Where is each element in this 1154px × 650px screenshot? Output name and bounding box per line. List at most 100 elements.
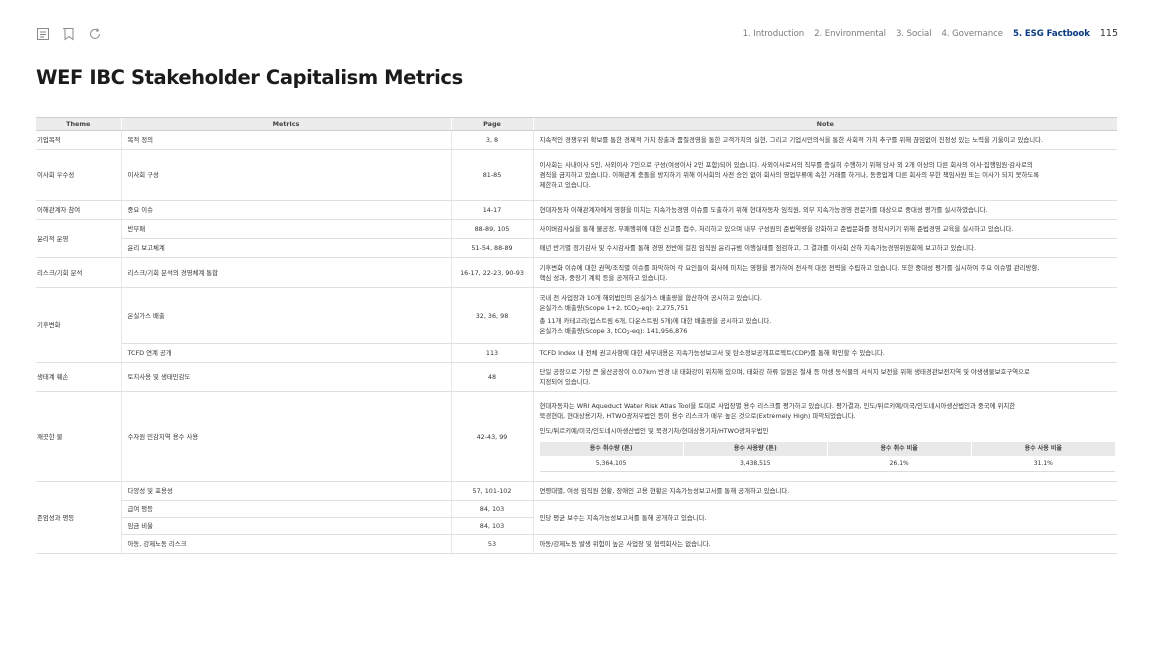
metric-cell: 토지사용 및 생태민감도: [120, 362, 451, 392]
note-line: 핵심 성과, 중장기 계획 등을 공개하고 있습니다.: [539, 273, 668, 282]
table-row: 이해관계자 참여 중요 이슈 14-17 현대자동차 이해관계자에게 영향을 미…: [36, 200, 1117, 220]
note-cell: 지속적인 경쟁우위 확보를 통한 경제적 가치 창출과 품질경영을 통한 고객가…: [533, 130, 1117, 150]
theme-cell: 윤리적 운영: [36, 219, 121, 258]
table-row: 기업목적 목적 정의 3, 8 지속적인 경쟁우위 확보를 통한 경제적 가치 …: [36, 130, 1117, 150]
note-text: 온실가스 배출량(Scope 3, tCO: [539, 326, 627, 335]
note-text: -eq): 141,956,876: [629, 326, 688, 335]
table-row: TCFD 연계 공개 113 TCFD Index 내 전체 권고사항에 대한 …: [36, 343, 1117, 363]
table-row: 리스크/기회 분석 리스크/기회 분석의 경영체계 통합 16-17, 22-2…: [36, 257, 1117, 288]
theme-cell: 리스크/기회 분석: [36, 257, 121, 288]
page-cell: 113: [450, 343, 534, 363]
note-line: 온실가스 배출량(Scope 1+2, tCO2-eq): 2,275,751: [540, 303, 1116, 316]
note-cell: 현대자동차는 WRI Aqueduct Water Risk Atlas Too…: [533, 391, 1117, 482]
table-row: 생태계 훼손 토지사용 및 생태민감도 48 단일 공장으로 가장 큰 울산공장…: [36, 362, 1117, 392]
note-cell: 매년 반기별 정기감사 및 수시감사를 통해 경영 전반에 걸친 임직원 윤리규…: [533, 238, 1117, 258]
table-row: 윤리적 운영 반부패 88-89, 105 사이버감사실을 통해 불공정, 부패…: [36, 219, 1117, 258]
note-line: 온실가스 배출량(Scope 3, tCO2-eq): 141,956,876: [540, 326, 1116, 339]
note-cell: 국내 전 사업장과 10개 해외법인의 온실가스 배출량을 합산하여 공시하고 …: [533, 287, 1117, 344]
note-line: 인도/튀르키예/미국/인도네시아생산법인 및 북경기차/현대상용기차/HTWO광…: [539, 427, 769, 435]
theme-cell: 생태계 훼손: [36, 362, 121, 392]
page-cell: 32, 36, 98: [450, 287, 534, 344]
note-cell: 기후변화 이슈에 대한 권역/조직별 이슈를 파악하여 각 요인들이 회사에 미…: [533, 257, 1117, 288]
note-cell: 아동/강제노동 발생 위험이 높은 사업장 및 협력회사는 없습니다.: [533, 534, 1117, 554]
inner-header: 용수 사용 비율: [970, 442, 1115, 456]
theme-cell: 이해관계자 참여: [36, 200, 121, 220]
note-line: 북경현대, 현대상용기차, HTWO광저우법인 등이 용수 리스크가 매우 높은…: [539, 412, 856, 420]
note-line: 단일 공장으로 가장 큰 울산공장이 0.07km 반경 내 태화강이 위치해 …: [539, 368, 1030, 376]
page-cell: 57, 101-102: [450, 481, 534, 501]
note-cell: 현대자동차 이해관계자에게 영향을 미치는 지속가능경영 이슈를 도출하기 위해…: [533, 200, 1117, 220]
header-page: Page: [450, 117, 533, 131]
table-row: 아동, 강제노동 리스크 53 아동/강제노동 발생 위험이 높은 사업장 및 …: [36, 534, 1117, 554]
note-line: 지정되어 있습니다.: [539, 378, 591, 386]
toolbar-icons: [36, 26, 104, 42]
theme-cell: 깨끗한 물: [36, 391, 121, 482]
inner-value: 3,438,515: [682, 456, 828, 472]
metric-cell: 수자원 민감지역 용수 사용: [120, 391, 451, 482]
table-row: 깨끗한 물 수자원 민감지역 용수 사용 42-43, 99 현대자동차는 WR…: [36, 391, 1117, 482]
note-line: 현대자동차는 WRI Aqueduct Water Risk Atlas Too…: [539, 402, 1016, 410]
nav-social[interactable]: 3. Social: [896, 29, 932, 39]
nav-esg-factbook[interactable]: 5. ESG Factbook: [1013, 29, 1090, 39]
metric-cell: 온실가스 배출: [120, 287, 451, 344]
nav-introduction[interactable]: 1. Introduction: [743, 29, 805, 39]
note-cell: 사이버감사실을 통해 불공정, 부패행위에 대한 신고를 접수, 처리하고 있으…: [533, 219, 1117, 239]
page-cell: 48: [450, 362, 534, 392]
table-header-row: Theme Metrics Page Note: [36, 117, 1117, 131]
inner-value: 31.1%: [970, 456, 1115, 472]
header-metrics: Metrics: [120, 117, 451, 131]
section-nav: 1. Introduction 2. Environmental 3. Soci…: [733, 28, 1118, 39]
page-cell: 42-43, 99: [450, 391, 534, 482]
metric-cell: 임금 비율: [120, 517, 451, 535]
water-usage-table: 용수 취수량 (톤) 용수 사용량 (톤) 용수 취수 비율 용수 사용 비율 …: [539, 442, 1115, 472]
metric-cell: 이사회 구성: [120, 149, 451, 201]
page-title: WEF IBC Stakeholder Capitalism Metrics: [36, 66, 463, 89]
metric-cell: 리스크/기회 분석의 경영체계 통합: [120, 257, 451, 288]
note-cell: 이사회는 사내이사 5인, 사외이사 7인으로 구성(여성이사 2인 포함)되어…: [533, 149, 1117, 201]
note-text: -eq): 2,275,751: [639, 303, 689, 312]
header-theme: Theme: [36, 117, 121, 131]
refresh-icon[interactable]: [88, 26, 104, 42]
nav-governance[interactable]: 4. Governance: [941, 29, 1003, 39]
inner-header: 용수 사용량 (톤): [682, 442, 828, 456]
page-cell: 51-54, 88-89: [450, 238, 534, 258]
nav-environmental[interactable]: 2. Environmental: [814, 29, 886, 39]
list-icon[interactable]: [36, 26, 52, 42]
metric-cell: 윤리 보고체계: [120, 238, 451, 258]
inner-value: 26.1%: [826, 456, 972, 472]
bookmark-icon[interactable]: [62, 26, 78, 42]
inner-value: 5,364,105: [539, 456, 684, 472]
page-cell: 14-17: [450, 200, 534, 220]
inner-value-row: 5,364,105 3,438,515 26.1% 31.1%: [539, 456, 1115, 472]
table-row: 급여 평등 84, 103 인당 평균 보수는 지속가능성보고서를 통해 공개하…: [36, 500, 1117, 535]
inner-header-row: 용수 취수량 (톤) 용수 사용량 (톤) 용수 취수 비율 용수 사용 비율: [539, 442, 1115, 456]
note-cell: TCFD Index 내 전체 권고사항에 대한 세부내용은 지속가능성보고서 …: [533, 343, 1117, 363]
note-line: 이사회는 사내이사 5인, 사외이사 7인으로 구성(여성이사 2인 포함)되어…: [539, 161, 1033, 169]
theme-cell: 기후변화: [36, 287, 121, 363]
inner-header: 용수 취수량 (톤): [539, 442, 684, 456]
note-line: 기후변화 이슈에 대한 권역/조직별 이슈를 파악하여 각 요인들이 회사에 미…: [539, 263, 1040, 272]
note-cell: 단일 공장으로 가장 큰 울산공장이 0.07km 반경 내 태화강이 위치해 …: [533, 362, 1117, 392]
note-line: 국내 전 사업장과 10개 해외법인의 온실가스 배출량을 합산하여 공시하고 …: [539, 293, 762, 302]
metric-cell: 다양성 및 포용성: [120, 481, 451, 501]
metric-cell: 급여 평등: [120, 500, 451, 518]
metric-cell: 목적 정의: [120, 130, 451, 150]
top-bar: 1. Introduction 2. Environmental 3. Soci…: [0, 0, 1154, 60]
page-cell: 81-85: [450, 149, 534, 201]
table-row: 존엄성과 평등 다양성 및 포용성 57, 101-102 연령대별, 여성 임…: [36, 481, 1117, 554]
page-cell: 84, 103: [450, 517, 534, 535]
theme-cell: 기업목적: [36, 130, 121, 150]
table-row: 이사회 우수성 이사회 구성 81-85 이사회는 사내이사 5인, 사외이사 …: [36, 149, 1117, 201]
note-line: 겸직을 금지하고 있습니다. 이해관계 충돌을 방지하기 위해 이사회의 사전 …: [539, 171, 1040, 179]
metric-cell: 아동, 강제노동 리스크: [120, 534, 451, 554]
metric-cell: 중요 이슈: [120, 200, 451, 220]
theme-cell: 존엄성과 평등: [36, 481, 121, 554]
page-cell: 84, 103: [450, 500, 534, 518]
page-cell: 16-17, 22-23, 90-93: [450, 257, 534, 288]
note-text: 온실가스 배출량(Scope 1+2, tCO: [539, 303, 637, 312]
page-cell: 53: [450, 534, 534, 554]
metric-cell: 반부패: [120, 219, 451, 239]
table-row: 기후변화 온실가스 배출 32, 36, 98 국내 전 사업장과 10개 해외…: [36, 287, 1117, 363]
note-cell: 인당 평균 보수는 지속가능성보고서를 통해 공개하고 있습니다.: [533, 500, 1117, 535]
note-line: 총 11개 카테고리(업스트림 6개, 다운스트림 5개)에 대한 배출량을 공…: [539, 316, 772, 325]
